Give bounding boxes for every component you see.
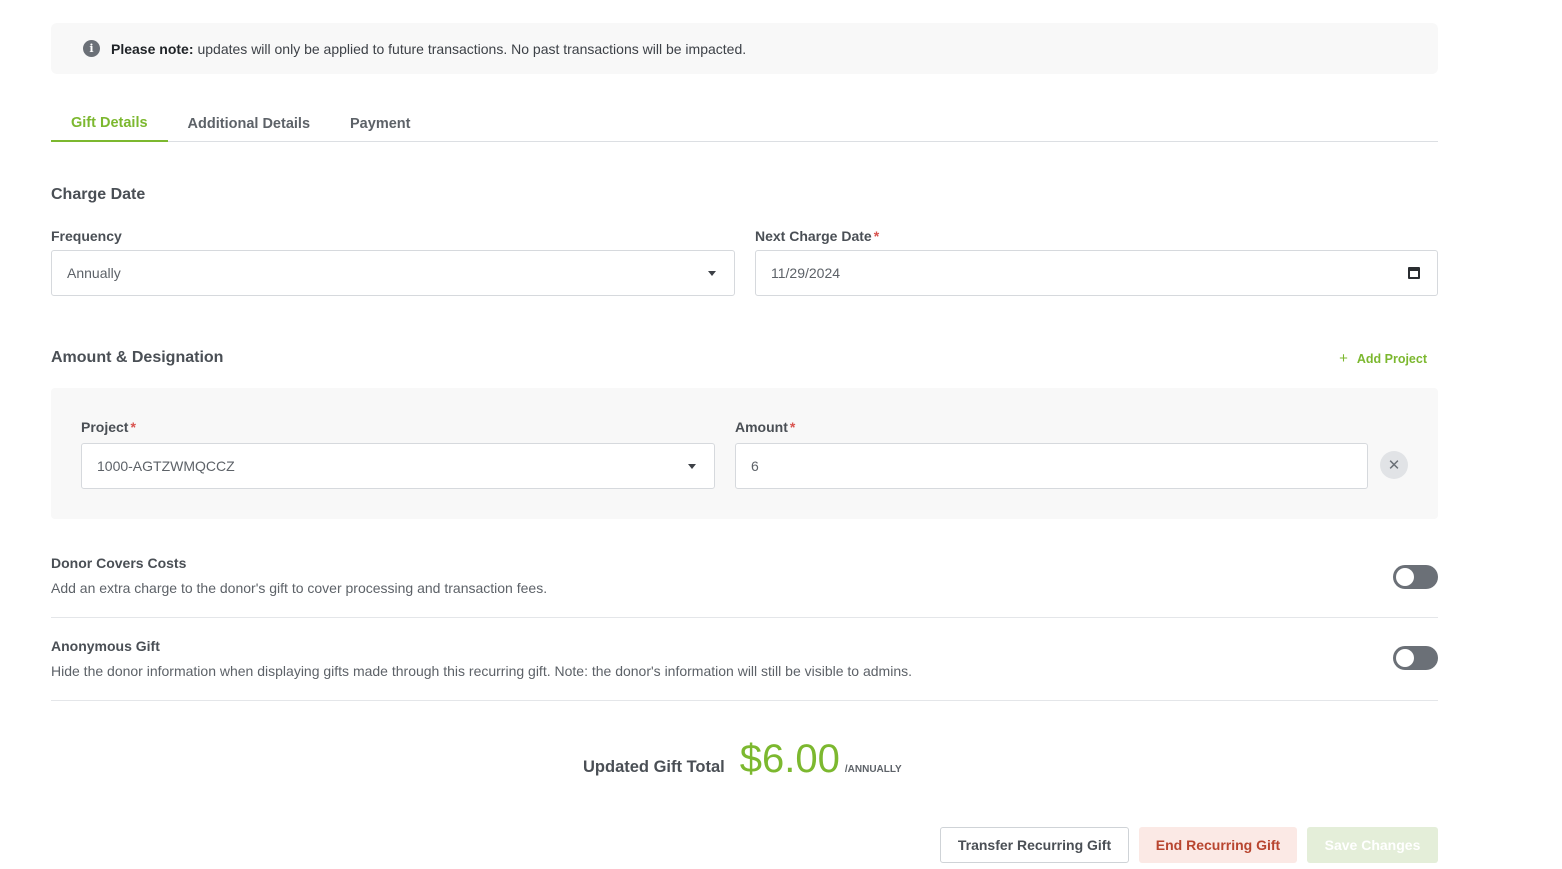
amount-designation-title: Amount & Designation	[51, 349, 224, 366]
toggle-knob	[1396, 649, 1414, 667]
notice-banner: i Please note: updates will only be appl…	[51, 23, 1438, 74]
donor-covers-costs-row: Donor Covers Costs Add an extra charge t…	[51, 555, 1438, 596]
project-row-panel: Project * 1000-AGTZWMQCCZ Amount * 6 ✕	[51, 388, 1438, 519]
gift-total-amount: $6.00	[739, 737, 840, 781]
donor-covers-description: Add an extra charge to the donor's gift …	[51, 580, 548, 596]
add-project-label: Add Project	[1356, 351, 1427, 366]
divider	[51, 617, 1438, 618]
anonymous-gift-row: Anonymous Gift Hide the donor informatio…	[51, 638, 1438, 679]
info-icon: i	[83, 40, 100, 57]
amount-value: 6	[751, 458, 759, 474]
next-charge-date-input[interactable]: 11/29/2024	[755, 250, 1438, 296]
next-charge-label-text: Next Charge Date	[755, 228, 872, 244]
next-charge-value: 11/29/2024	[771, 265, 841, 281]
frequency-value: Annually	[67, 265, 121, 281]
tab-payment[interactable]: Payment	[330, 105, 430, 142]
frequency-select[interactable]: Annually	[51, 250, 735, 296]
frequency-label: Frequency	[51, 228, 122, 244]
amount-label: Amount *	[735, 419, 795, 435]
frequency-label-text: Frequency	[51, 228, 122, 244]
chevron-down-icon	[688, 464, 696, 469]
toggle-knob	[1396, 568, 1414, 586]
gift-total-label: Updated Gift Total	[583, 758, 725, 776]
calendar-icon[interactable]	[1408, 267, 1420, 279]
notice-text: updates will only be applied to future t…	[197, 40, 747, 57]
add-project-button[interactable]: + Add Project	[1339, 350, 1427, 367]
tab-gift-details[interactable]: Gift Details	[51, 105, 168, 142]
tab-bar: Gift Details Additional Details Payment	[51, 105, 1438, 142]
required-mark: *	[873, 228, 880, 244]
plus-icon: +	[1339, 350, 1348, 367]
required-mark: *	[789, 419, 796, 435]
gift-total-period: /ANNUALLY	[844, 764, 902, 775]
amount-input[interactable]: 6	[735, 443, 1368, 489]
project-label-text: Project	[81, 419, 129, 435]
save-changes-button[interactable]: Save Changes	[1307, 827, 1438, 863]
chevron-down-icon	[708, 271, 716, 276]
end-recurring-gift-button[interactable]: End Recurring Gift	[1139, 827, 1297, 863]
anonymous-description: Hide the donor information when displayi…	[51, 663, 912, 679]
donor-covers-toggle[interactable]	[1393, 565, 1438, 589]
donor-covers-title: Donor Covers Costs	[51, 555, 187, 571]
anonymous-title: Anonymous Gift	[51, 638, 160, 654]
transfer-recurring-gift-button[interactable]: Transfer Recurring Gift	[940, 827, 1129, 863]
next-charge-label: Next Charge Date *	[755, 228, 879, 244]
notice-bold: Please note:	[111, 40, 194, 57]
project-label: Project *	[81, 419, 136, 435]
project-value: 1000-AGTZWMQCCZ	[97, 458, 235, 474]
anonymous-toggle[interactable]	[1393, 646, 1438, 670]
close-icon: ✕	[1387, 457, 1401, 474]
project-select[interactable]: 1000-AGTZWMQCCZ	[81, 443, 715, 489]
divider	[51, 700, 1438, 701]
amount-label-text: Amount	[735, 419, 788, 435]
remove-project-button[interactable]: ✕	[1380, 451, 1408, 479]
gift-total: Updated Gift Total $6.00 /ANNUALLY	[583, 737, 902, 782]
charge-date-title: Charge Date	[51, 186, 146, 203]
required-mark: *	[130, 419, 136, 435]
tab-additional-details[interactable]: Additional Details	[168, 105, 330, 142]
